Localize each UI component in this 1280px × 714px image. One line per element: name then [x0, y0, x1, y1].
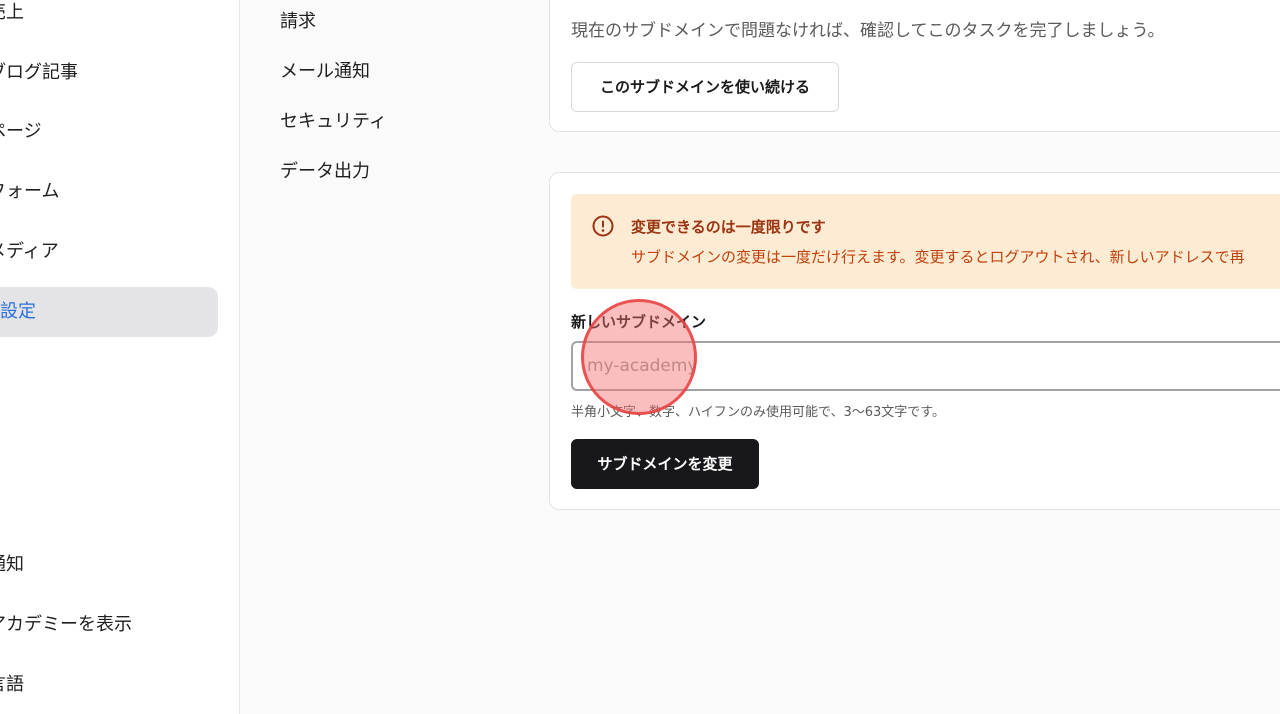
subdomain-hint: 半角小文字、数字、ハイフンのみ使用可能で、3〜63文字です。	[571, 405, 945, 420]
sidebar-item-media[interactable]: メディア	[0, 227, 218, 277]
sidebar-item-settings[interactable]: 設定	[0, 287, 218, 337]
sidebar-item-label: アカデミーを表示	[0, 614, 132, 635]
alert-body: サブドメインの変更は一度だけ行えます。変更するとログアウトされ、新しいアドレスで…	[631, 248, 1245, 266]
sidebar-item-sales[interactable]: 売上	[0, 0, 218, 38]
sidebar-item-label: フォーム	[0, 181, 60, 202]
sidebar-item-pages[interactable]: ページ	[0, 107, 218, 157]
sidebar-item-label: 売上	[0, 2, 24, 23]
current-subdomain-description: 現在のサブドメインで問題なければ、確認してこのタスクを完了しましょう。	[571, 21, 1165, 41]
one-time-change-alert: 変更できるのは一度限りです サブドメインの変更は一度だけ行えます。変更するとログ…	[571, 194, 1280, 289]
sidebar-item-forms[interactable]: フォーム	[0, 167, 218, 217]
sidebar-item-label: 通知	[0, 554, 24, 575]
sidebar-item-label: 設定	[0, 301, 36, 322]
sidebar-item-label: ブログ記事	[0, 62, 78, 83]
new-subdomain-label: 新しいサブドメイン	[571, 313, 707, 331]
keep-subdomain-button[interactable]: このサブドメインを使い続ける	[571, 62, 839, 112]
change-subdomain-button[interactable]: サブドメインを変更	[571, 439, 759, 489]
sidebar-item-language[interactable]: 言語	[0, 660, 218, 710]
sidebar-item-view-academy[interactable]: アカデミーを表示	[0, 600, 218, 650]
current-subdomain-card: 現在のサブドメインで問題なければ、確認してこのタスクを完了しましょう。 このサブ…	[549, 0, 1280, 132]
sidebar-item-label: ページ	[0, 121, 42, 142]
sidebar-item-label: 言語	[0, 674, 24, 695]
settings-nav-security[interactable]: セキュリティ	[280, 107, 387, 133]
change-subdomain-card: 変更できるのは一度限りです サブドメインの変更は一度だけ行えます。変更するとログ…	[549, 172, 1280, 510]
exclamation-circle-icon	[592, 215, 614, 237]
alert-title: 変更できるのは一度限りです	[631, 218, 826, 236]
new-subdomain-input[interactable]	[571, 341, 1280, 391]
sidebar-item-blog-posts[interactable]: ブログ記事	[0, 48, 218, 98]
sidebar-item-notifications[interactable]: 通知	[0, 540, 218, 590]
settings-nav-email-notifications[interactable]: メール通知	[280, 57, 370, 83]
sidebar: 売上 ブログ記事 ページ フォーム メディア 設定 通知 アカデミーを表示 言語	[0, 0, 240, 714]
sidebar-item-label: メディア	[0, 241, 59, 262]
settings-nav-data-export[interactable]: データ出力	[280, 157, 370, 183]
settings-nav-billing[interactable]: 請求	[280, 7, 316, 33]
